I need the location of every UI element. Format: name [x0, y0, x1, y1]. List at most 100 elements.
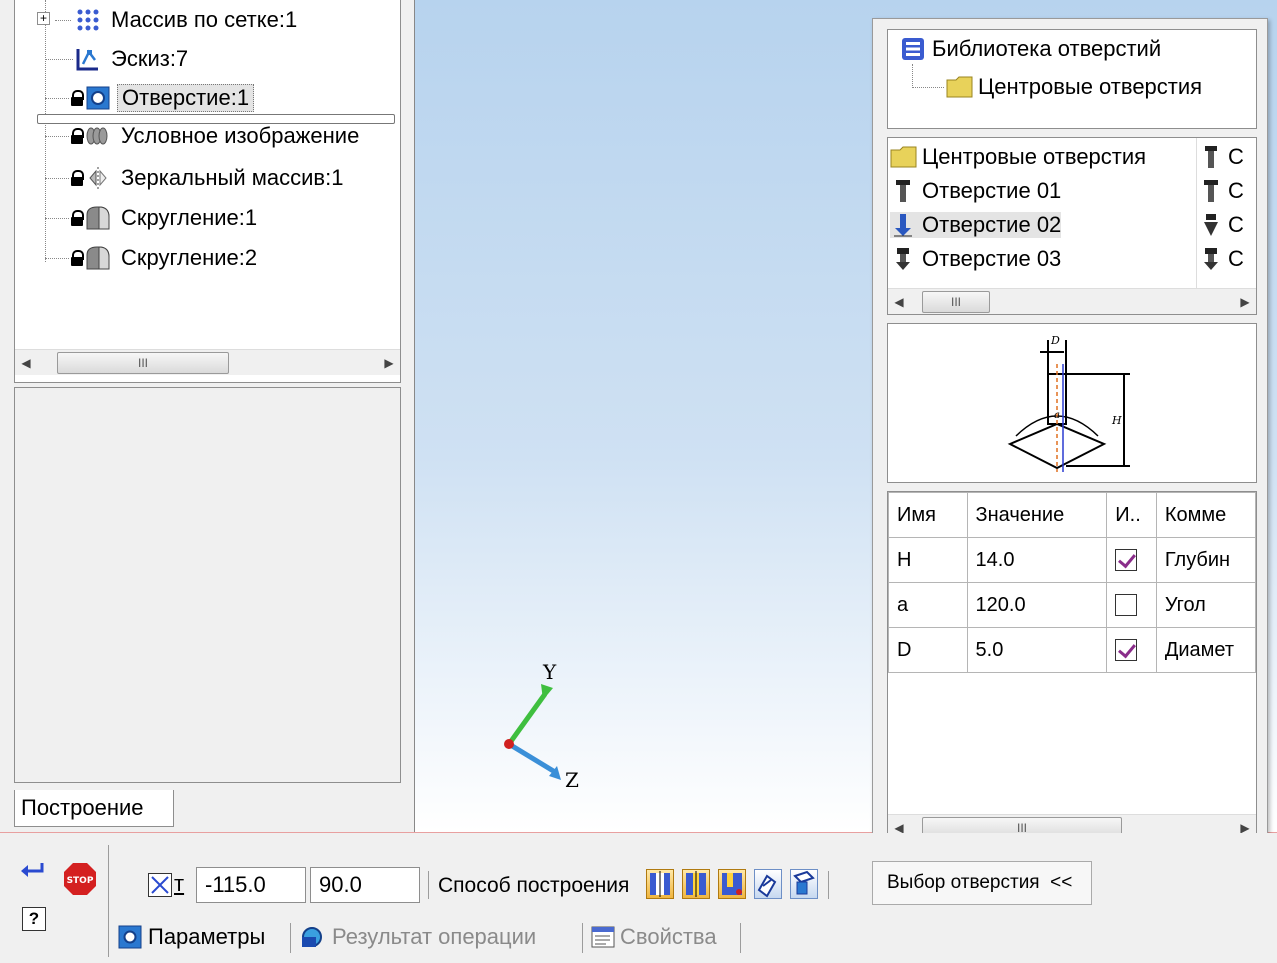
method-label: Способ построения [438, 874, 630, 897]
axis-z-label: Z [565, 768, 579, 792]
divider [290, 923, 291, 953]
param-checkbox[interactable] [1115, 594, 1138, 617]
col-header-name[interactable]: Имя [888, 492, 968, 538]
hole-preview-drawing: D a H [1007, 334, 1130, 472]
folder-icon [890, 144, 917, 170]
method-through-button[interactable] [646, 869, 674, 899]
lock-icon [71, 128, 84, 144]
hole-icon [85, 85, 111, 111]
grid-array-icon [75, 7, 101, 33]
x-coordinate-field[interactable]: -115.0 [196, 867, 306, 903]
scroll-right-icon[interactable]: ▶ [1234, 291, 1256, 313]
list-item-label: Отверстие 02 [922, 212, 1062, 237]
tab-properties-label: Свойства [620, 924, 717, 949]
help-icon[interactable]: ? [22, 907, 46, 931]
list-item-col2[interactable]: С [1200, 178, 1244, 204]
library-root-item[interactable]: Библиотека отверстий [900, 36, 1161, 62]
list-item-col2[interactable]: С [1200, 246, 1244, 272]
axis-y-label: Y [543, 660, 557, 684]
param-checkbox[interactable] [1115, 639, 1138, 662]
y-coordinate-field[interactable]: 90.0 [310, 867, 420, 903]
tree-hscrollbar[interactable]: ◀ III ▶ [15, 349, 400, 375]
table-row[interactable]: D 5.0 Диамет [888, 627, 1256, 673]
tree-item-thread[interactable]: Условное изображение [45, 118, 363, 154]
fillet-icon [85, 245, 111, 271]
tab-parameters[interactable]: Параметры [118, 919, 265, 955]
param-value[interactable]: 120.0 [966, 582, 1108, 628]
tree-item-label: Условное изображение [121, 123, 360, 148]
param-checkbox-cell [1106, 537, 1157, 583]
library-folder-item[interactable]: Центровые отверстия [946, 74, 1202, 100]
list-item-col2[interactable]: С [1200, 144, 1244, 170]
list-item[interactable]: Центровые отверстия [890, 144, 1146, 170]
expand-toggle[interactable]: + [37, 12, 50, 25]
plane-icon [793, 870, 815, 895]
method-depth-button[interactable] [682, 869, 710, 899]
param-value[interactable]: 14.0 [966, 537, 1108, 583]
stop-icon[interactable]: STOP [62, 861, 98, 897]
param-value[interactable]: 5.0 [966, 627, 1108, 673]
model-tree: + Массив по сетке:1 Эскиз:7 Отверстие:1 … [14, 0, 401, 383]
hole-library-window: Библиотека отверстий Центровые отверстия… [872, 18, 1268, 860]
hole-type-icon [890, 178, 916, 204]
scroll-left-icon[interactable]: ◀ [15, 352, 37, 374]
tree-item-sketch[interactable]: Эскиз:7 [45, 41, 192, 77]
scroll-thumb[interactable]: III [57, 351, 229, 374]
scroll-thumb[interactable]: III [922, 290, 990, 313]
tab-operation-result[interactable]: Результат операции [300, 919, 536, 955]
tree-item-grid-array[interactable]: Массив по сетке:1 [55, 2, 301, 38]
point-toggle[interactable] [148, 873, 172, 897]
list-item-label: Отверстие 01 [922, 178, 1062, 203]
table-row[interactable]: a 120.0 Угол [888, 582, 1256, 628]
library-root-label: Библиотека отверстий [932, 36, 1162, 61]
reverse-direction-button[interactable] [754, 869, 782, 899]
param-comment: Угол [1155, 582, 1256, 628]
tree-item-hole[interactable]: Отверстие:1 [45, 80, 255, 116]
scroll-right-icon[interactable]: ▶ [378, 352, 400, 374]
plane-button[interactable] [790, 869, 818, 899]
axis-z-line [507, 741, 557, 775]
method-through-icon [650, 871, 670, 897]
list-item-label: С [1228, 246, 1244, 271]
list-item-selected[interactable]: Отверстие 02 [890, 212, 1062, 238]
list-item-col2[interactable]: С [1200, 212, 1244, 238]
scroll-left-icon[interactable]: ◀ [888, 291, 910, 313]
param-checkbox[interactable] [1115, 549, 1138, 572]
tree-item-fillet-1[interactable]: Скругление:1 [45, 200, 261, 236]
tree-item-fillet-2[interactable]: Скругление:2 [45, 240, 261, 276]
hole-type-icon [1200, 212, 1222, 238]
divider [828, 871, 829, 899]
list-item[interactable]: Отверстие 01 [890, 178, 1061, 204]
param-name: D [888, 627, 968, 673]
sketch-icon [75, 46, 101, 72]
operation-result-icon [300, 925, 328, 949]
table-row[interactable]: H 14.0 Глубин [888, 537, 1256, 583]
tab-build-label: Построение [21, 795, 144, 820]
col-header-comment[interactable]: Комме [1155, 492, 1256, 538]
tab-build[interactable]: Построение [14, 790, 174, 827]
mirror-icon [85, 165, 111, 191]
col-header-value[interactable]: Значение [966, 492, 1108, 538]
tab-operation-result-label: Результат операции [332, 924, 537, 949]
hole-icon [118, 925, 142, 949]
method-to-surface-button[interactable] [718, 869, 746, 899]
tree-properties-area [14, 387, 401, 783]
tree-item-mirror[interactable]: Зеркальный массив:1 [45, 160, 347, 196]
list-item-label: С [1228, 212, 1244, 237]
folder-icon [946, 74, 973, 100]
parameter-table-pane: Имя Значение И.. Комме H 14.0 Глубин a 1… [887, 491, 1257, 843]
tab-properties[interactable]: Свойства [590, 919, 717, 955]
col-header-use[interactable]: И.. [1106, 492, 1157, 538]
list-item[interactable]: Отверстие 03 [890, 246, 1061, 272]
parameter-table: Имя Значение И.. Комме H 14.0 Глубин a 1… [888, 492, 1256, 673]
property-toolbar: STOP ? т -115.0 90.0 Способ построения В… [0, 833, 1277, 963]
library-icon [900, 36, 926, 62]
enter-icon[interactable] [20, 861, 46, 879]
list-hscrollbar[interactable]: ◀ III ▶ [888, 288, 1256, 314]
tree-item-label: Скругление:1 [121, 205, 258, 230]
tree-item-label: Скругление:2 [121, 245, 258, 270]
hole-type-icon [890, 246, 916, 272]
select-hole-button[interactable]: Выбор отверстия << [872, 861, 1092, 905]
hole-type-icon [1200, 246, 1222, 272]
fillet-icon [85, 205, 111, 231]
